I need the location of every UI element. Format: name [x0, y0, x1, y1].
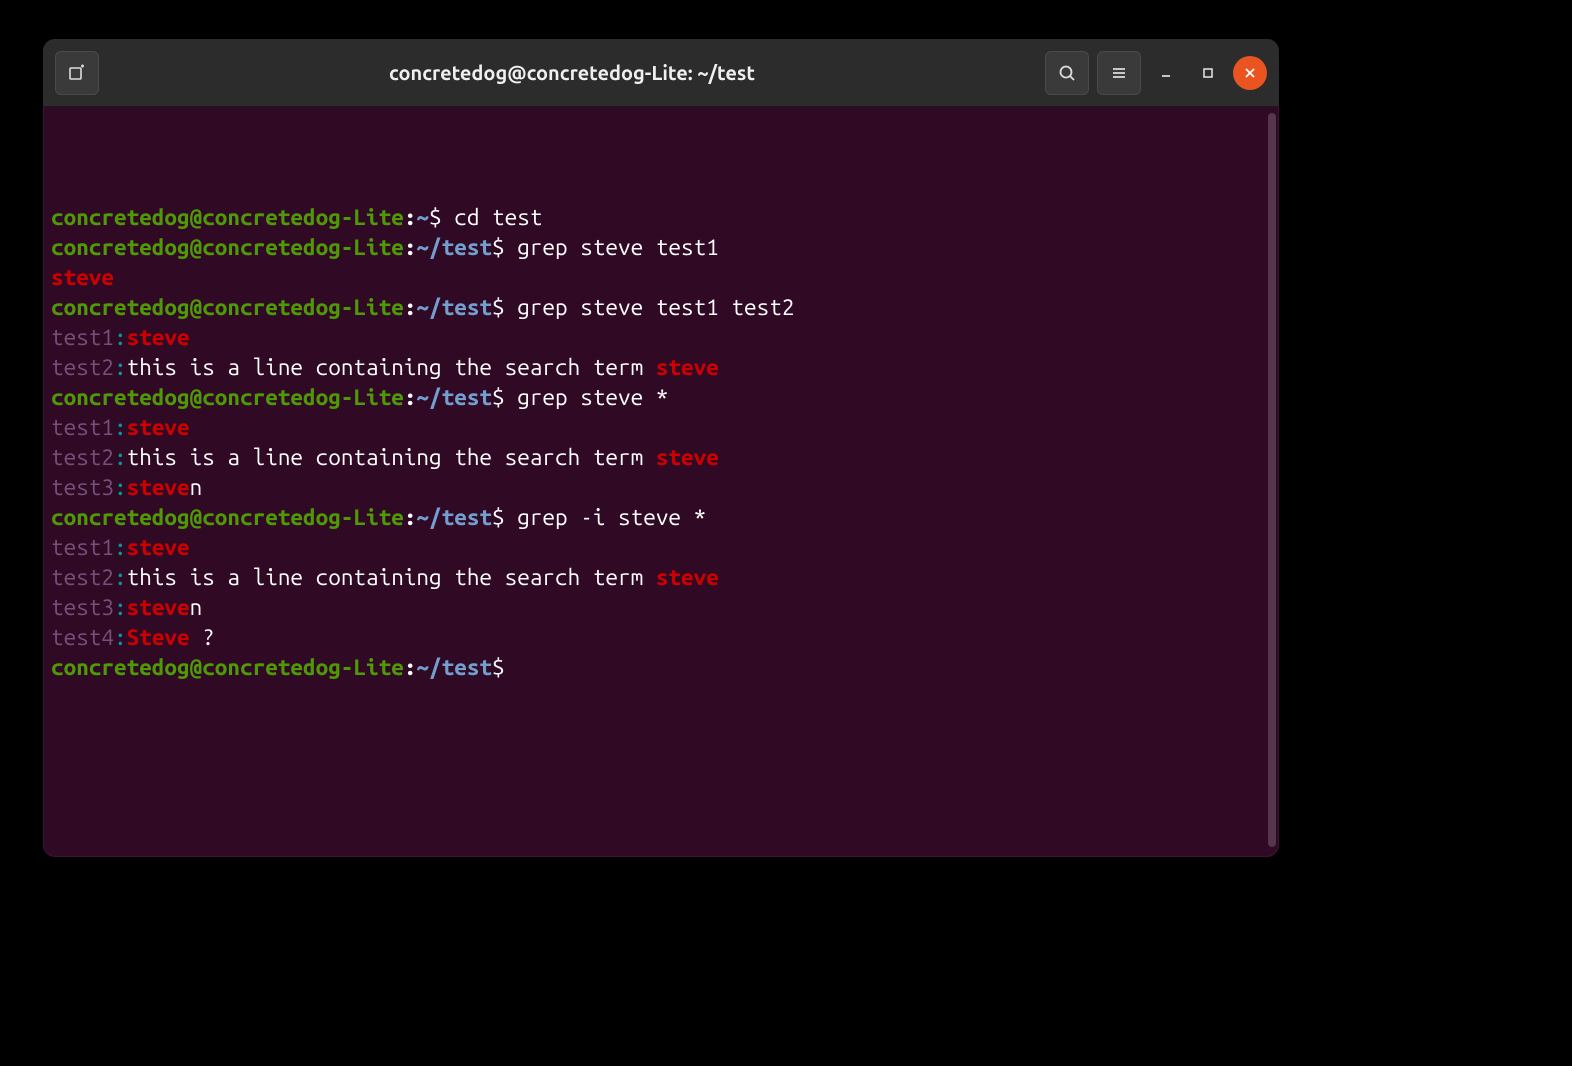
output-line: test4:Steve ?: [51, 623, 1271, 653]
prompt-line: concretedog@concretedog-Lite:~/test$ gre…: [51, 233, 1271, 263]
command-text: grep steve test1: [517, 235, 719, 260]
prompt-path: ~/test: [416, 385, 492, 410]
prompt-dollar: $: [492, 385, 517, 410]
output-segment: :: [114, 445, 127, 470]
prompt-line: concretedog@concretedog-Lite:~/test$ gre…: [51, 293, 1271, 323]
titlebar-trailing: [1045, 51, 1267, 95]
prompt-sep: :: [404, 505, 417, 530]
prompt-sep: :: [404, 205, 417, 230]
output-segment: steve: [127, 535, 190, 560]
output-segment: test1: [51, 325, 114, 350]
output-line: test1:steve: [51, 413, 1271, 443]
output-segment: steve: [127, 595, 190, 620]
output-line: test2:this is a line containing the sear…: [51, 443, 1271, 473]
prompt-path: ~/test: [416, 235, 492, 260]
prompt-user: concretedog@concretedog-Lite: [51, 235, 404, 260]
prompt-dollar: $: [492, 655, 517, 680]
output-segment: n: [190, 595, 203, 620]
prompt-user: concretedog@concretedog-Lite: [51, 655, 404, 680]
command-text: cd test: [454, 205, 542, 230]
output-segment: steve: [51, 265, 114, 290]
output-segment: test4: [51, 625, 114, 650]
output-segment: this is a line containing the search ter…: [127, 445, 656, 470]
command-text: grep steve *: [517, 385, 668, 410]
window-title: concretedog@concretedog-Lite: ~/test: [107, 61, 1037, 84]
output-segment: :: [114, 475, 127, 500]
titlebar: concretedog@concretedog-Lite: ~/test: [43, 39, 1279, 107]
output-segment: :: [114, 565, 127, 590]
minimize-button[interactable]: [1149, 56, 1183, 90]
prompt-path: ~/test: [416, 655, 492, 680]
prompt-sep: :: [404, 385, 417, 410]
output-segment: :: [114, 325, 127, 350]
output-segment: test1: [51, 535, 114, 560]
prompt-line: concretedog@concretedog-Lite:~/test$ gre…: [51, 503, 1271, 533]
output-segment: ?: [190, 625, 215, 650]
menu-button[interactable]: [1097, 51, 1141, 95]
output-segment: test3: [51, 475, 114, 500]
prompt-user: concretedog@concretedog-Lite: [51, 295, 404, 320]
scrollbar[interactable]: [1268, 113, 1276, 847]
output-line: test3:steven: [51, 593, 1271, 623]
output-line: test3:steven: [51, 473, 1271, 503]
terminal-body[interactable]: concretedog@concretedog-Lite:~$ cd testc…: [43, 107, 1279, 857]
prompt-user: concretedog@concretedog-Lite: [51, 385, 404, 410]
prompt-line: concretedog@concretedog-Lite:~/test$ gre…: [51, 383, 1271, 413]
prompt-dollar: $: [429, 205, 454, 230]
prompt-line: concretedog@concretedog-Lite:~$ cd test: [51, 203, 1271, 233]
output-segment: steve: [656, 355, 719, 380]
search-button[interactable]: [1045, 51, 1089, 95]
output-segment: steve: [656, 445, 719, 470]
output-segment: :: [114, 535, 127, 560]
output-line: steve: [51, 263, 1271, 293]
maximize-button[interactable]: [1191, 56, 1225, 90]
terminal-window: concretedog@concretedog-Lite: ~/test: [43, 39, 1279, 857]
prompt-dollar: $: [492, 235, 517, 260]
command-text: grep -i steve *: [517, 505, 706, 530]
output-line: test1:steve: [51, 323, 1271, 353]
output-segment: test3: [51, 595, 114, 620]
output-segment: steve: [127, 475, 190, 500]
output-segment: this is a line containing the search ter…: [127, 565, 656, 590]
prompt-dollar: $: [492, 295, 517, 320]
command-text: grep steve test1 test2: [517, 295, 794, 320]
close-button[interactable]: [1233, 56, 1267, 90]
output-segment: steve: [127, 325, 190, 350]
output-segment: n: [190, 475, 203, 500]
output-segment: test2: [51, 445, 114, 470]
output-segment: test2: [51, 565, 114, 590]
prompt-user: concretedog@concretedog-Lite: [51, 505, 404, 530]
prompt-user: concretedog@concretedog-Lite: [51, 205, 404, 230]
prompt-path: ~: [416, 205, 429, 230]
output-segment: :: [114, 415, 127, 440]
output-segment: :: [114, 355, 127, 380]
output-line: test2:this is a line containing the sear…: [51, 563, 1271, 593]
output-segment: this is a line containing the search ter…: [127, 355, 656, 380]
output-segment: Steve: [127, 625, 190, 650]
prompt-path: ~/test: [416, 505, 492, 530]
output-segment: :: [114, 595, 127, 620]
output-segment: test1: [51, 415, 114, 440]
prompt-line: concretedog@concretedog-Lite:~/test$: [51, 653, 1271, 683]
prompt-path: ~/test: [416, 295, 492, 320]
new-tab-button[interactable]: [55, 51, 99, 95]
prompt-dollar: $: [492, 505, 517, 530]
output-line: test2:this is a line containing the sear…: [51, 353, 1271, 383]
prompt-sep: :: [404, 235, 417, 260]
output-line: test1:steve: [51, 533, 1271, 563]
output-segment: :: [114, 625, 127, 650]
prompt-sep: :: [404, 655, 417, 680]
output-segment: test2: [51, 355, 114, 380]
output-segment: steve: [127, 415, 190, 440]
output-segment: steve: [656, 565, 719, 590]
prompt-sep: :: [404, 295, 417, 320]
